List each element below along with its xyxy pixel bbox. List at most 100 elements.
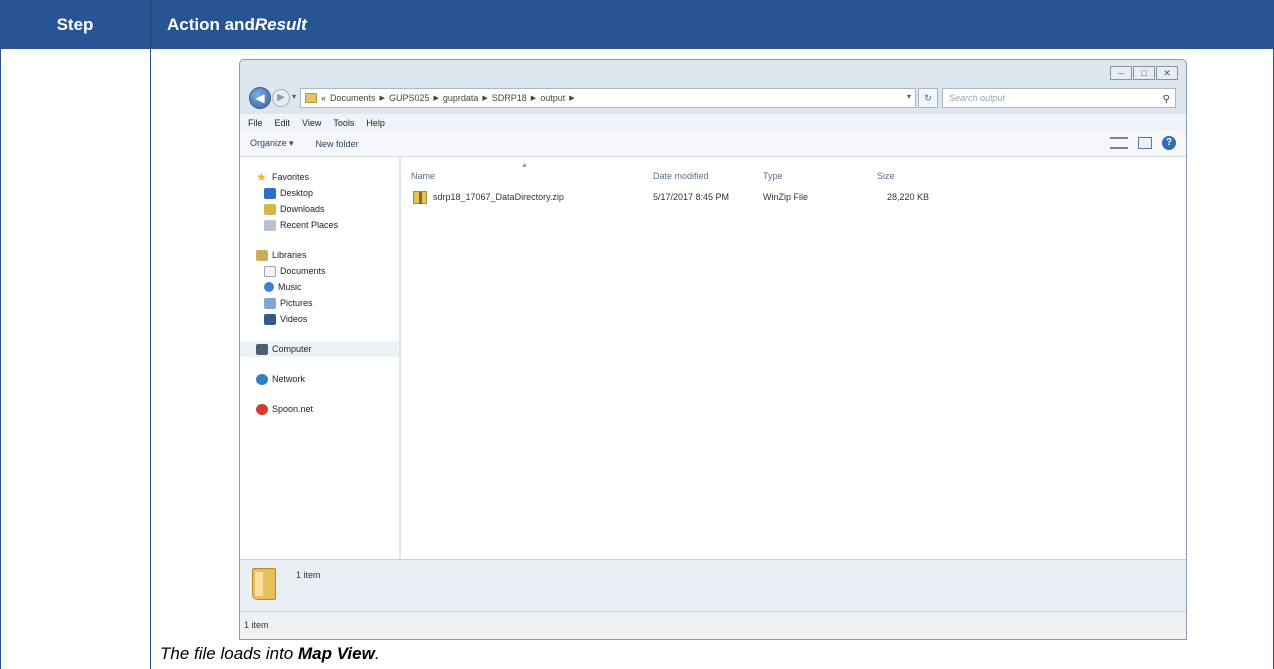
network-icon <box>256 373 268 385</box>
details-pane: 1 item <box>240 559 1186 611</box>
details-item-count: 1 item <box>296 570 321 580</box>
menu-file[interactable]: File <box>248 118 263 128</box>
new-folder-button[interactable]: New folder <box>316 139 359 149</box>
file-name: sdrp18_17067_DataDirectory.zip <box>433 192 564 202</box>
organize-button[interactable]: Organize ▾ <box>250 138 294 149</box>
nav-documents[interactable]: Documents <box>240 263 399 279</box>
nav-label: Recent Places <box>280 220 339 230</box>
nav-pictures[interactable]: Pictures <box>240 295 399 311</box>
nav-spoon[interactable]: Spoon.net <box>240 401 399 417</box>
file-row[interactable]: sdrp18_17067_DataDirectory.zip 5/17/2017… <box>409 190 969 206</box>
nav-label: Spoon.net <box>272 404 314 414</box>
file-list: Name ▲ Date modified Type Size sdrp18_17… <box>401 157 1186 559</box>
step-cell <box>0 49 151 669</box>
nav-music[interactable]: Music <box>240 279 399 295</box>
search-icon[interactable]: ⚲ <box>1163 91 1170 109</box>
breadcrumb-output[interactable]: output <box>540 93 565 103</box>
action-header-label: Action and <box>167 14 255 34</box>
folder-icon <box>252 568 276 600</box>
menu-view[interactable]: View <box>302 118 321 128</box>
caption-bold: Map View <box>297 644 375 663</box>
result-header-label: Result <box>254 14 307 34</box>
computer-icon <box>256 343 268 355</box>
nav-label: Favorites <box>272 172 310 182</box>
caption-suffix: . <box>374 644 380 663</box>
menu-tools[interactable]: Tools <box>333 118 354 128</box>
breadcrumb-separator-icon[interactable]: ▶ <box>531 94 536 102</box>
menu-help[interactable]: Help <box>366 118 385 128</box>
breadcrumb-separator-icon[interactable]: ▶ <box>569 94 574 102</box>
refresh-icon[interactable]: ↻ <box>918 88 938 108</box>
column-header-size[interactable]: Size <box>877 171 895 181</box>
close-button[interactable]: ✕ <box>1156 66 1178 80</box>
pictures-icon <box>264 297 276 309</box>
videos-icon <box>264 313 276 325</box>
window-controls: – □ ✕ <box>1110 66 1178 80</box>
address-dropdown-icon[interactable]: ▾ <box>907 92 911 101</box>
preview-pane-icon[interactable] <box>1138 137 1152 149</box>
nav-computer[interactable]: Computer <box>240 341 399 357</box>
nav-label: Desktop <box>280 188 314 198</box>
help-icon[interactable]: ? <box>1162 136 1176 150</box>
minimize-button[interactable]: – <box>1110 66 1132 80</box>
downloads-icon <box>264 203 276 215</box>
nav-videos[interactable]: Videos <box>240 311 399 327</box>
explorer-window: – □ ✕ ◀ ▶ ▾ « Documents ▶ GUPS025 ▶ gupr… <box>239 59 1187 640</box>
sort-indicator-icon: ▲ <box>521 162 528 169</box>
nav-downloads[interactable]: Downloads <box>240 201 399 217</box>
breadcrumb-separator-icon[interactable]: ▶ <box>433 94 438 102</box>
forward-arrow-icon[interactable]: ▶ <box>272 89 290 107</box>
nav-label: Pictures <box>280 298 313 308</box>
nav-label: Music <box>278 282 302 292</box>
menu-bar: File Edit View Tools Help <box>240 114 1186 131</box>
breadcrumb-documents[interactable]: Documents <box>330 93 376 103</box>
breadcrumb-separator-icon[interactable]: ▶ <box>482 94 487 102</box>
breadcrumb-sdrp18[interactable]: SDRP18 <box>492 93 527 103</box>
libraries-icon <box>256 249 268 261</box>
menu-edit[interactable]: Edit <box>275 118 291 128</box>
result-caption: The file loads into Map View. <box>160 644 380 664</box>
nav-label: Videos <box>280 314 308 324</box>
column-header-name[interactable]: Name <box>411 171 435 181</box>
step-column-header: Step <box>0 0 151 49</box>
folder-icon <box>305 93 317 103</box>
search-input[interactable]: Search output ⚲ <box>942 88 1176 108</box>
column-header-date[interactable]: Date modified <box>653 171 709 181</box>
maximize-button[interactable]: □ <box>1133 66 1155 80</box>
documents-icon <box>264 265 276 277</box>
back-arrow-icon[interactable]: ◀ <box>249 87 271 109</box>
nav-label: Computer <box>272 344 312 354</box>
breadcrumb-overflow[interactable]: « <box>321 93 326 103</box>
column-header-type[interactable]: Type <box>763 171 783 181</box>
file-type: WinZip File <box>763 192 809 202</box>
address-bar[interactable]: « Documents ▶ GUPS025 ▶ guprdata ▶ SDRP1… <box>300 88 916 108</box>
status-item-count: 1 item <box>244 620 269 630</box>
nav-label: Libraries <box>272 250 307 260</box>
breadcrumb-separator-icon[interactable]: ▶ <box>380 94 385 102</box>
nav-recent-places[interactable]: Recent Places <box>240 217 399 233</box>
caption-prefix: The file loads into <box>160 644 298 663</box>
recent-places-icon <box>264 219 276 231</box>
nav-network[interactable]: Network <box>240 371 399 387</box>
step-header-label: Step <box>56 14 94 34</box>
breadcrumb-gups025[interactable]: GUPS025 <box>389 93 430 103</box>
file-date: 5/17/2017 8:45 PM <box>653 192 730 202</box>
music-icon <box>264 282 274 292</box>
instruction-table: Step Action and Result – □ ✕ ◀ ▶ ▾ « Doc… <box>0 0 1274 669</box>
nav-desktop[interactable]: Desktop <box>240 185 399 201</box>
history-dropdown-icon[interactable]: ▾ <box>292 92 296 101</box>
search-placeholder: Search output <box>949 93 1006 103</box>
command-bar: Organize ▾ New folder ? <box>240 131 1186 157</box>
star-icon: ★ <box>256 170 267 184</box>
status-bar: 1 item <box>240 611 1186 639</box>
nav-libraries[interactable]: Libraries <box>240 247 399 263</box>
breadcrumb-guprdata[interactable]: guprdata <box>443 93 479 103</box>
action-column-header: Action and Result <box>151 0 1274 49</box>
nav-favorites[interactable]: ★ Favorites <box>240 169 399 185</box>
zip-file-icon <box>413 191 427 204</box>
navigation-pane: ★ Favorites Desktop Downloads Recent Pla… <box>240 157 400 559</box>
change-view-icon[interactable] <box>1110 137 1128 149</box>
